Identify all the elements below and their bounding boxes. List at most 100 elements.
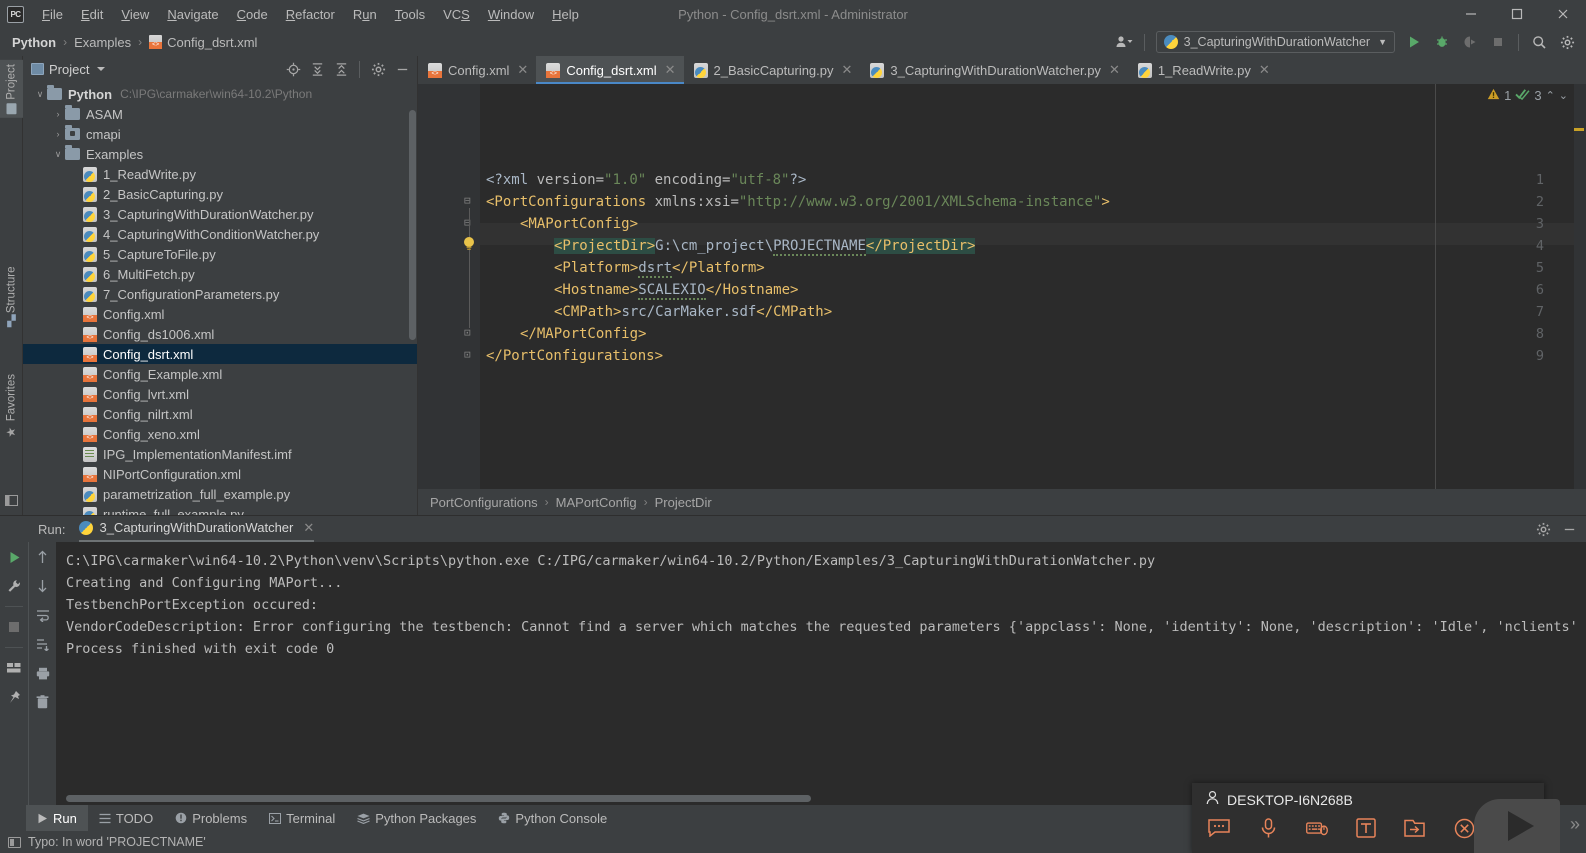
- breadcrumb-maportconfig[interactable]: MAPortConfig: [556, 495, 637, 510]
- settings-wrench-icon[interactable]: [4, 577, 24, 595]
- bottom-tab-python-packages[interactable]: Python Packages: [346, 805, 487, 831]
- menu-run[interactable]: Run: [344, 3, 386, 26]
- tree-item[interactable]: ∨ Python C:\IPG\carmaker\win64-10.2\Python: [23, 84, 417, 104]
- console-horizontal-scrollbar[interactable]: [66, 795, 811, 802]
- remote-collapse-handle[interactable]: [1474, 799, 1560, 853]
- clear-all-icon[interactable]: [33, 693, 53, 711]
- collapse-all-icon[interactable]: [330, 58, 352, 80]
- breadcrumb-projectdir[interactable]: ProjectDir: [655, 495, 712, 510]
- menu-refactor[interactable]: Refactor: [277, 3, 344, 26]
- keyboard-mouse-icon[interactable]: [1306, 817, 1328, 839]
- settings-gear-icon[interactable]: [1554, 31, 1580, 53]
- editor-tab[interactable]: 2_BasicCapturing.py ✕: [684, 56, 861, 84]
- settings-gear-icon[interactable]: [1532, 518, 1554, 540]
- chevron-right-icon[interactable]: ›: [51, 109, 65, 119]
- close-icon[interactable]: ✕: [1259, 62, 1270, 78]
- bottom-tab-python-console[interactable]: Python Console: [487, 805, 618, 831]
- minimize-button[interactable]: [1448, 0, 1494, 28]
- text-input-icon[interactable]: [1355, 817, 1377, 839]
- scroll-to-end-icon[interactable]: [33, 635, 53, 653]
- chevron-right-icon[interactable]: ›: [51, 129, 65, 139]
- pin-icon[interactable]: [4, 688, 24, 706]
- inspection-widget[interactable]: 1 3 ⌃ ⌄: [1487, 88, 1568, 103]
- chevron-down-icon[interactable]: [97, 67, 106, 71]
- code-content[interactable]: <?xml version="1.0" encoding="utf-8"?> <…: [480, 84, 1586, 489]
- settings-gear-icon[interactable]: [367, 58, 389, 80]
- file-transfer-icon[interactable]: [1404, 817, 1426, 839]
- hide-icon[interactable]: [391, 58, 413, 80]
- tree-item[interactable]: › ASAM: [23, 104, 417, 124]
- tree-item[interactable]: 3_CapturingWithDurationWatcher.py: [23, 204, 417, 224]
- menu-vcs[interactable]: VCS: [434, 3, 479, 26]
- menu-window[interactable]: Window: [479, 3, 543, 26]
- bottom-tab-todo[interactable]: TODO: [88, 805, 164, 831]
- soft-wrap-icon[interactable]: [33, 606, 53, 624]
- menu-help[interactable]: Help: [543, 3, 588, 26]
- debug-icon[interactable]: [1429, 31, 1455, 53]
- run-configuration-selector[interactable]: 3_CapturingWithDurationWatcher ▼: [1155, 31, 1395, 53]
- tree-item[interactable]: parametrization_full_example.py: [23, 484, 417, 504]
- toggle-tool-windows-icon[interactable]: [5, 495, 18, 509]
- chevron-up-icon[interactable]: ⌃: [1546, 89, 1555, 102]
- fold-marker-expanded[interactable]: ⊟: [464, 194, 471, 207]
- menu-tools[interactable]: Tools: [386, 3, 434, 26]
- bottom-tab-problems[interactable]: Problems: [164, 805, 258, 831]
- menu-code[interactable]: Code: [228, 3, 277, 26]
- nav-crumb-project[interactable]: Python: [12, 35, 56, 50]
- tree-item[interactable]: IPG_ImplementationManifest.imf: [23, 444, 417, 464]
- tree-item[interactable]: 2_BasicCapturing.py: [23, 184, 417, 204]
- microphone-icon[interactable]: [1257, 817, 1279, 839]
- run-icon[interactable]: [1401, 31, 1427, 53]
- rerun-icon[interactable]: [4, 548, 24, 566]
- close-button[interactable]: [1540, 0, 1586, 28]
- menu-view[interactable]: View: [112, 3, 158, 26]
- tool-window-structure[interactable]: ▞ Structure: [0, 262, 23, 329]
- editor-tab[interactable]: 1_ReadWrite.py ✕: [1128, 56, 1278, 84]
- chevron-down-icon[interactable]: ∨: [51, 149, 65, 160]
- stop-icon[interactable]: [1485, 31, 1511, 53]
- editor-marker-bar[interactable]: [1574, 84, 1586, 489]
- editor-tab[interactable]: Config.xml ✕: [418, 56, 536, 84]
- tree-item[interactable]: Config_dsrt.xml: [23, 344, 417, 364]
- editor-tab[interactable]: 3_CapturingWithDurationWatcher.py ✕: [860, 56, 1127, 84]
- expand-all-icon[interactable]: [306, 58, 328, 80]
- locate-icon[interactable]: [282, 58, 304, 80]
- tree-item[interactable]: 4_CapturingWithConditionWatcher.py: [23, 224, 417, 244]
- run-console-output[interactable]: C:\IPG\carmaker\win64-10.2\Python\venv\S…: [56, 542, 1586, 805]
- chat-icon[interactable]: [1208, 817, 1230, 839]
- code-editor[interactable]: 1 2 3 4 5 6 7 8 9 ⊟ ⊟ ⊡ ⊡ <?xml version=…: [418, 84, 1586, 489]
- down-arrow-icon[interactable]: [33, 577, 53, 595]
- chevron-down-icon[interactable]: ∨: [33, 89, 47, 100]
- close-icon[interactable]: ✕: [1109, 62, 1120, 78]
- up-arrow-icon[interactable]: [33, 548, 53, 566]
- nav-crumb-file[interactable]: Config_dsrt.xml: [149, 35, 257, 50]
- tree-item[interactable]: Config_xeno.xml: [23, 424, 417, 444]
- tree-item[interactable]: Config.xml: [23, 304, 417, 324]
- menu-file[interactable]: File: [33, 3, 72, 26]
- tree-item[interactable]: › cmapi: [23, 124, 417, 144]
- run-session-tab[interactable]: 3_CapturingWithDurationWatcher ✕: [79, 520, 314, 542]
- bottom-tab-run[interactable]: Run: [26, 805, 88, 831]
- disconnect-icon[interactable]: [1453, 817, 1475, 839]
- intention-bulb-icon[interactable]: [462, 236, 476, 252]
- maximize-button[interactable]: [1494, 0, 1540, 28]
- close-icon[interactable]: ✕: [665, 62, 676, 78]
- tree-item[interactable]: Config_lvrt.xml: [23, 384, 417, 404]
- hide-icon[interactable]: [1558, 518, 1580, 540]
- tree-item[interactable]: Config_Example.xml: [23, 364, 417, 384]
- tool-window-project[interactable]: Project: [0, 60, 23, 118]
- stop-icon[interactable]: [4, 618, 24, 636]
- close-icon[interactable]: ✕: [842, 62, 853, 78]
- print-icon[interactable]: [33, 664, 53, 682]
- tree-item[interactable]: 6_MultiFetch.py: [23, 264, 417, 284]
- tree-item[interactable]: 5_CaptureToFile.py: [23, 244, 417, 264]
- tree-item[interactable]: 1_ReadWrite.py: [23, 164, 417, 184]
- editor-tab[interactable]: Config_dsrt.xml ✕: [536, 56, 684, 84]
- tree-item[interactable]: Config_nilrt.xml: [23, 404, 417, 424]
- run-coverage-icon[interactable]: [1457, 31, 1483, 53]
- close-icon[interactable]: ✕: [517, 62, 528, 78]
- search-everywhere-icon[interactable]: [1526, 31, 1552, 53]
- tree-item[interactable]: ∨ Examples: [23, 144, 417, 164]
- tree-item[interactable]: 7_ConfigurationParameters.py: [23, 284, 417, 304]
- menu-navigate[interactable]: Navigate: [158, 3, 227, 26]
